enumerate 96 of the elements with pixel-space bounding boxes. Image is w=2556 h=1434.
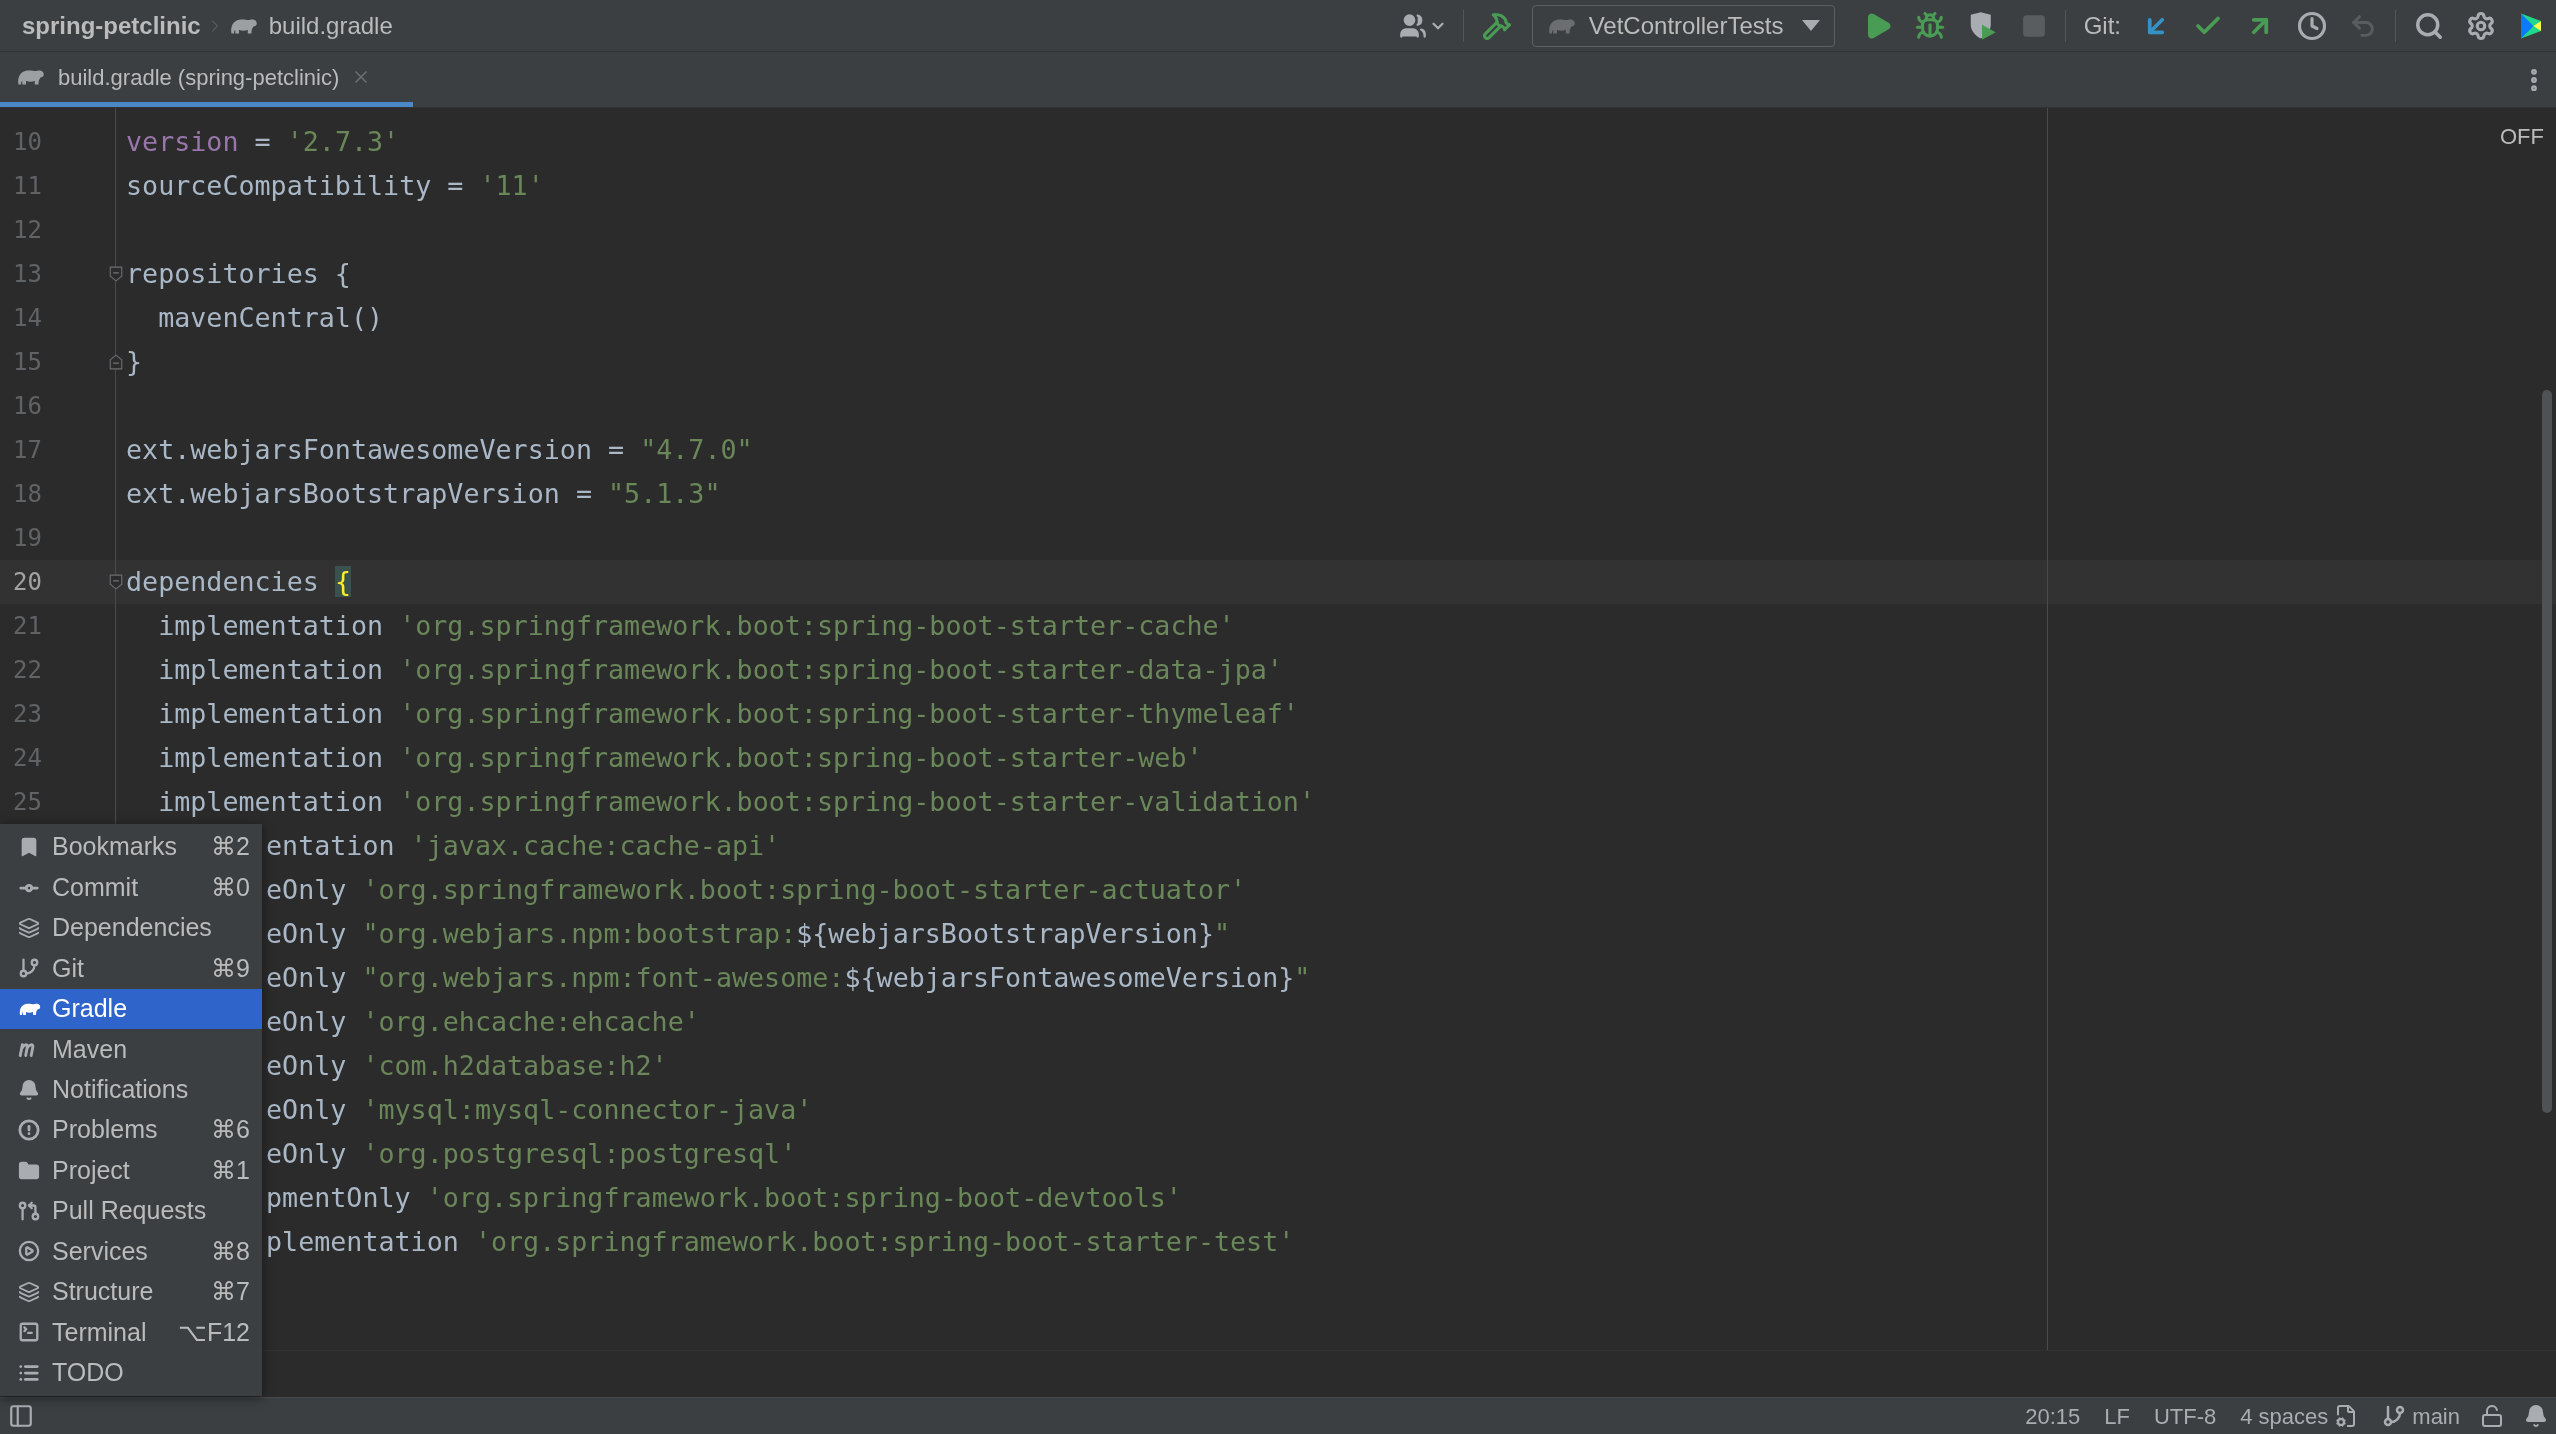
line-number: 20 xyxy=(13,568,42,596)
menu-item[interactable]: Pull Requests xyxy=(0,1190,262,1232)
caret-icon xyxy=(1801,20,1820,31)
code-line: dependencies { xyxy=(126,564,351,599)
alert-icon xyxy=(18,1119,40,1142)
bell-icon[interactable] xyxy=(2524,1404,2548,1428)
shortcut-label: ⌘0 xyxy=(211,871,250,903)
file-name[interactable]: build.gradle xyxy=(268,7,393,44)
menu-item[interactable]: Bookmarks ⌘2 xyxy=(0,827,262,868)
line-number: 22 xyxy=(13,656,42,684)
shortcut-label: ⌘6 xyxy=(211,1114,250,1146)
code-line: eOnly 'org.springframework.boot:spring-boot-starter-actuator' xyxy=(266,872,1247,907)
code-line: implementation 'org.springframework.boot:spring-boot-starter-web' xyxy=(157,740,1203,775)
line-number: 12 xyxy=(13,216,42,244)
line-number: 10 xyxy=(13,128,42,156)
shortcut-label: ⌘8 xyxy=(211,1235,250,1267)
fold-icon[interactable] xyxy=(109,266,123,282)
bell-icon xyxy=(18,1078,40,1101)
code-line: implementation 'org.springframework.boot:spring-boot-starter-thymeleaf' xyxy=(157,696,1299,731)
code-line: plementation 'org.springframework.boot:spring-boot-starter-test' xyxy=(266,1224,1295,1259)
menu-item[interactable]: TODO xyxy=(0,1352,262,1393)
fold-icon[interactable] xyxy=(109,354,123,370)
code-line: implementation 'org.springframework.boot:spring-boot-starter-data-jpa' xyxy=(157,652,1283,687)
code-line: eOnly "org.webjars.npm:bootstrap:${webjarsBootstrapVersion}" xyxy=(266,916,1231,951)
line-number: 11 xyxy=(13,172,42,200)
panel-toggle-icon[interactable] xyxy=(8,1403,34,1429)
history-icon[interactable] xyxy=(2297,10,2327,41)
line-number: 13 xyxy=(13,260,42,288)
shortcut-label: ⌘2 xyxy=(211,831,250,863)
bug-icon[interactable] xyxy=(1914,10,1945,41)
code-line: pmentOnly 'org.springframework.boot:spring-boot-devtools' xyxy=(266,1180,1182,1215)
line-number: 18 xyxy=(13,480,42,508)
menu-item[interactable]: Commit ⌘0 xyxy=(0,867,262,908)
fold-icon[interactable] xyxy=(109,574,123,590)
line-number: 14 xyxy=(13,304,42,332)
inspection-widget[interactable]: OFF xyxy=(2500,120,2544,153)
line-number: 25 xyxy=(13,788,42,816)
menu-item[interactable]: Notifications xyxy=(0,1069,262,1110)
branch-name[interactable]: main xyxy=(2412,1399,2460,1433)
menu-item[interactable]: Maven xyxy=(0,1029,262,1070)
search-icon[interactable] xyxy=(2414,10,2444,41)
caret-position[interactable]: 20:15 xyxy=(2025,1399,2081,1433)
branch-icon xyxy=(18,957,40,980)
branch-icon xyxy=(2382,1404,2407,1428)
code-line: entation 'javax.cache:cache-api' xyxy=(266,828,781,863)
hammer-icon[interactable] xyxy=(1481,10,1512,41)
code-line: ext.webjarsFontawesomeVersion = "4.7.0" xyxy=(126,432,753,467)
menu-item[interactable]: Gradle xyxy=(0,988,262,1030)
shortcut-label: ⌘1 xyxy=(211,1154,250,1186)
menu-item[interactable]: Structure ⌘7 xyxy=(0,1271,262,1313)
pull-request-icon xyxy=(18,1200,40,1222)
users-icon xyxy=(1398,11,1427,40)
line-number: 19 xyxy=(13,524,42,552)
play-circle-icon xyxy=(18,1240,40,1263)
folder-icon xyxy=(18,1159,40,1182)
line-number: 23 xyxy=(13,700,42,728)
menu-item[interactable]: Services ⌘8 xyxy=(0,1231,262,1272)
terminal-icon xyxy=(18,1321,40,1344)
run-configuration-dropdown[interactable]: VetControllerTests xyxy=(1531,4,1835,47)
menu-item[interactable]: Problems ⌘6 xyxy=(0,1109,262,1151)
code-line: mavenCentral() xyxy=(157,300,384,335)
code-line: eOnly 'com.h2database:h2' xyxy=(266,1048,668,1083)
line-number: 15 xyxy=(13,348,42,376)
menu-item[interactable]: Dependencies xyxy=(0,907,262,949)
code-line: version = '2.7.3' xyxy=(126,124,400,159)
code-line: eOnly "org.webjars.npm:font-awesome:${webjarsFontawesomeVersion}" xyxy=(266,960,1311,995)
menu-item[interactable]: Terminal ⌥F12 xyxy=(0,1312,262,1353)
code-line: sourceCompatibility = '11' xyxy=(126,168,544,203)
tab-label: build.gradle (spring-petclinic) xyxy=(58,63,340,92)
code-line: implementation 'org.springframework.boot:spring-boot-starter-cache' xyxy=(157,608,1235,643)
code-line: eOnly 'mysql:mysql-connector-java' xyxy=(266,1092,813,1127)
menu-item[interactable]: Git ⌘9 xyxy=(0,948,262,989)
shortcut-label: ⌘9 xyxy=(211,952,250,984)
line-number: 17 xyxy=(13,436,42,464)
code-line: implementation 'org.springframework.boot:spring-boot-starter-validation' xyxy=(157,784,1315,819)
scrollbar-thumb[interactable] xyxy=(2542,390,2552,1113)
code-line: } xyxy=(126,344,143,379)
menu-item[interactable]: Project ⌘1 xyxy=(0,1150,262,1191)
line-separator[interactable]: LF xyxy=(2104,1399,2130,1433)
lock-icon[interactable] xyxy=(2480,1404,2504,1428)
line-number: 16 xyxy=(13,392,42,420)
project-name[interactable]: spring-petclinic xyxy=(22,7,201,44)
shortcut-label: ⌥F12 xyxy=(177,1316,250,1348)
code-line: eOnly 'org.ehcache:ehcache' xyxy=(266,1004,700,1039)
code-line: repositories { xyxy=(126,256,351,291)
structure-icon xyxy=(18,1280,40,1303)
shortcut-label: ⌘7 xyxy=(211,1276,250,1308)
code-line: ext.webjarsBootstrapVersion = "5.1.3" xyxy=(126,476,721,511)
git-label: Git: xyxy=(2083,10,2121,41)
layers-icon xyxy=(18,917,40,940)
line-number: 21 xyxy=(13,612,42,640)
file-encoding[interactable]: UTF-8 xyxy=(2153,1399,2217,1433)
indent-setting[interactable]: 4 spaces xyxy=(2240,1399,2329,1433)
line-number: 24 xyxy=(13,744,42,772)
settings-icon[interactable] xyxy=(2466,10,2496,41)
code-line: eOnly 'org.postgresql:postgresql' xyxy=(266,1136,797,1171)
